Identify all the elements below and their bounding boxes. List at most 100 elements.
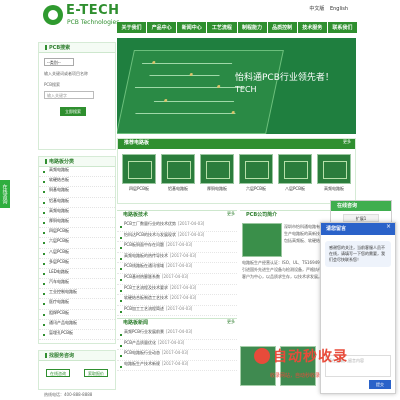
product-card[interactable]: 铝基电路板 <box>161 154 195 192</box>
category-select[interactable]: --类别-- <box>44 58 74 66</box>
news-item-date: [2017-04-03] <box>165 305 193 311</box>
news-item[interactable]: 怡科达PCB的技术与发展现状 [2017-04-03] <box>117 232 237 243</box>
product-caption: 铝基电路板 <box>168 186 188 191</box>
category-item[interactable]: 工业控制电路板 <box>39 289 115 300</box>
news-item[interactable]: PCB电路板行业动态 [2017-04-03] <box>117 350 237 361</box>
category-item[interactable]: 盲埋孔PCB板 <box>39 330 115 341</box>
nav-item-process[interactable]: 工艺流程 <box>207 22 237 33</box>
language-switch: 中文版 English <box>305 5 348 12</box>
news-item-date: [2017-04-03] <box>165 329 193 334</box>
service-title[interactable]: 在线咨询 <box>331 201 391 211</box>
category-item[interactable]: 软硬结合板 <box>39 177 115 188</box>
banner-subtitle: TECH <box>235 85 257 94</box>
category-item[interactable]: 医疗电路板 <box>39 299 115 310</box>
news-item[interactable]: 电路板生产技术新规 [2017-04-03] <box>117 361 237 372</box>
hotline-text: 热线电话：400-888-8888 <box>44 392 93 397</box>
nav-item-tech[interactable]: 技术服务 <box>297 22 327 33</box>
industry-news-more-link[interactable]: 更多 <box>227 319 235 325</box>
category-item[interactable]: 六层PCB板 <box>39 238 115 249</box>
lang-chinese-link[interactable]: 中文版 <box>309 6 324 12</box>
news-item-date: [2017-04-03] <box>161 350 189 356</box>
category-item[interactable]: 阻焊PCB板 <box>39 310 115 320</box>
nav-item-about[interactable]: 关于我们 <box>117 22 147 33</box>
news-item[interactable]: 高频PCB行业发展前景 [2017-04-03] <box>117 329 237 340</box>
nav-item-contact[interactable]: 联系我们 <box>327 22 357 33</box>
news-item[interactable]: PCB工厂数量行业的技术优势 [2017-04-03] <box>117 221 237 232</box>
category-item[interactable]: 高频电路板 <box>39 167 115 178</box>
category-item[interactable]: 铝基电路板 <box>39 198 115 208</box>
service-button[interactable]: 扩展1 <box>343 214 379 222</box>
category-item[interactable]: 汽车电路板 <box>39 279 115 290</box>
nav-item-news[interactable]: 新闻中心 <box>177 22 207 33</box>
category-item[interactable]: 通讯产品电路板 <box>39 320 115 330</box>
tech-news-title: 电路板技术 更多 <box>117 211 237 221</box>
news-item-date: [2017-04-03] <box>177 221 205 226</box>
quote-button[interactable]: 索取报价 <box>84 369 108 377</box>
product-image <box>239 154 273 184</box>
pcb-board-image <box>117 50 284 134</box>
industry-news-panel: 电路板新闻 更多 高频PCB行业发展前景 [2017-04-03] PCB产品质量优… <box>117 318 237 372</box>
product-image <box>200 154 234 184</box>
nav-item-products[interactable]: 产品中心 <box>147 22 177 33</box>
news-item-text: PCB工艺流程及技术要求 <box>124 284 168 290</box>
category-item[interactable]: LED电路板 <box>39 269 115 280</box>
category-item[interactable]: 铜基电路板 <box>39 187 115 198</box>
nav-item-capability[interactable]: 制程能力 <box>237 22 267 33</box>
search-panel: PCB搜索 --类别-- 输入关键词或者项目名称 PCB搜索 输入关键字 立即搜… <box>38 42 116 150</box>
lang-english-link[interactable]: English <box>330 6 348 12</box>
contact-panel: 找服务咨询 在线咨询 索取报价 <box>38 350 116 390</box>
watermark-icon <box>254 348 270 364</box>
news-item[interactable]: PCB线路板在通讯领域 [2017-04-03] <box>117 263 237 274</box>
news-item[interactable]: PCB产品质量优化 [2017-04-03] <box>117 340 237 351</box>
news-item-date: [2017-04-03] <box>165 263 193 269</box>
news-item-text: PCB基材热膨胀系数 <box>124 273 160 279</box>
news-item-date: [2017-04-03] <box>161 273 189 279</box>
category-item[interactable]: 多层PCB板 <box>39 259 115 269</box>
page: 在线咨询 E-TECH PCB Technologies 中文版 English… <box>0 0 400 400</box>
chat-send-button[interactable]: 提交 <box>369 380 391 389</box>
news-item[interactable]: PCB加工工艺流程简述 [2017-04-03] <box>117 306 237 317</box>
product-card[interactable]: 四层PCB板 <box>122 154 156 192</box>
left-sidebar: PCB搜索 --类别-- 输入关键词或者项目名称 PCB搜索 输入关键字 立即搜… <box>38 38 116 400</box>
banner-slogan: 怡科通PCB行业领先者！ <box>235 73 334 83</box>
news-item[interactable]: 高频电路板的热传导技术 [2017-04-03] <box>117 253 237 264</box>
news-item-text: 高频电路板的热传导技术 <box>124 252 168 258</box>
search-input[interactable]: 输入关键字 <box>44 91 94 99</box>
product-card[interactable]: 高频电路板 <box>317 154 351 192</box>
product-card[interactable]: 八层PCB板 <box>278 154 312 192</box>
logo-text[interactable]: E-TECH <box>66 3 120 18</box>
online-consult-button[interactable]: 在线咨询 <box>46 369 70 377</box>
product-image <box>161 154 195 184</box>
watermark-text: 自动秒收录 <box>273 349 348 365</box>
news-item[interactable]: PCB基材热膨胀系数 [2017-04-03] <box>117 274 237 285</box>
news-item[interactable]: 软硬结合板制造工艺技术 [2017-04-03] <box>117 295 237 306</box>
news-item-date: [2017-04-03] <box>165 242 193 248</box>
product-card[interactable]: 厚铜电路板 <box>200 154 234 192</box>
news-item-text: PCB工厂数量行业的技术优势 <box>124 221 176 226</box>
float-consult-tab[interactable]: 在线咨询 <box>0 180 10 208</box>
close-icon[interactable]: × <box>386 223 391 230</box>
tech-news-more-link[interactable]: 更多 <box>227 211 235 217</box>
product-image <box>317 154 351 184</box>
search-label: PCB搜索 <box>44 82 60 87</box>
products-more-link[interactable]: 更多 <box>343 139 351 145</box>
chat-message: 感谢您的关注，当前客服人员不在线，请填写一下您的需要，我们会尽快联系您！ <box>325 241 391 267</box>
category-item[interactable]: 四层PCB板 <box>39 228 115 239</box>
category-item[interactable]: 八层PCB板 <box>39 249 115 259</box>
banner[interactable]: 怡科通PCB行业领先者！ TECH <box>117 38 356 134</box>
category-item[interactable]: 厚铜电路板 <box>39 218 115 229</box>
product-caption: 四层PCB板 <box>129 186 149 191</box>
tech-news-title-text: 电路板技术 <box>123 212 149 218</box>
products-title-text: 推荐电路板 <box>124 140 150 146</box>
news-item-date: [2017-04-03] <box>162 360 189 366</box>
category-item[interactable]: 高频电路板 <box>39 208 115 218</box>
search-button[interactable]: 立即搜索 <box>60 107 86 116</box>
logo-icon[interactable] <box>43 5 63 25</box>
news-item-text: PCB加工工艺流程简述 <box>124 305 164 311</box>
news-item-text: 电路板生产技术新规 <box>124 360 160 366</box>
product-card[interactable]: 六层PCB板 <box>239 154 273 192</box>
nav-item-quality[interactable]: 品质控制 <box>267 22 297 33</box>
news-item[interactable]: PCB工艺流程及技术要求 [2017-04-03] <box>117 285 237 296</box>
news-item[interactable]: PCB板铜面中存在问题 [2017-04-03] <box>117 242 237 253</box>
industry-news-title: 电路板新闻 更多 <box>117 319 237 329</box>
